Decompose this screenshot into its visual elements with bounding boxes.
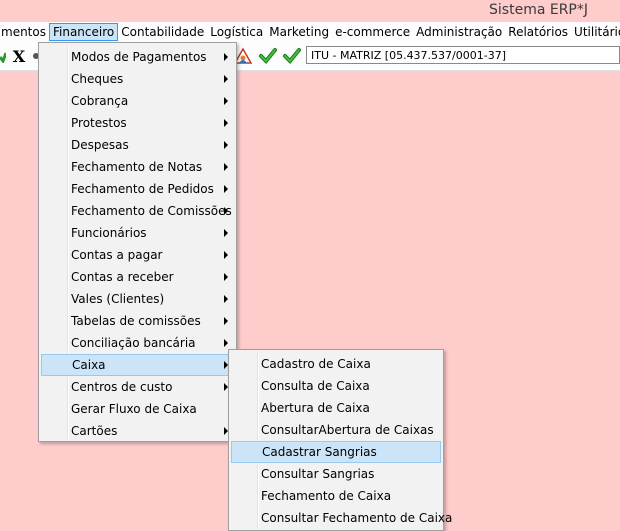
menu-item-contas-a-pagar[interactable]: Contas a pagar bbox=[41, 244, 234, 266]
check-icon[interactable] bbox=[0, 46, 6, 66]
menu-item-label: Protestos bbox=[71, 116, 127, 130]
submenu-item-consultar-sangrias[interactable]: Consultar Sangrias bbox=[231, 463, 441, 485]
menu-item-label: Gerar Fluxo de Caixa bbox=[71, 402, 197, 416]
submenu-item-consulta-de-caixa[interactable]: Consulta de Caixa bbox=[231, 375, 441, 397]
submenu-item-cadastro-de-caixa[interactable]: Cadastro de Caixa bbox=[231, 353, 441, 375]
menu-item-label: Cobrança bbox=[71, 94, 129, 108]
check-icon[interactable] bbox=[258, 46, 278, 66]
menu-marketing[interactable]: Marketing bbox=[266, 23, 332, 41]
menu-lancamentos[interactable]: mentos bbox=[0, 23, 49, 41]
menu-item-label: Cartões bbox=[71, 424, 118, 438]
menu-item-label: Vales (Clientes) bbox=[71, 292, 165, 306]
submenu-item-label: Cadastro de Caixa bbox=[261, 357, 371, 371]
submenu-arrow-icon bbox=[224, 163, 228, 171]
menu-item-label: Cheques bbox=[71, 72, 124, 86]
submenu-arrow-icon bbox=[224, 273, 228, 281]
submenu-item-cadastrar-sangrias[interactable]: Cadastrar Sangrias bbox=[231, 441, 441, 463]
menu-administracao[interactable]: Administração bbox=[413, 23, 505, 41]
submenu-item-label: Consultar Fechamento de Caixa bbox=[261, 511, 453, 525]
menu-item-label: Centros de custo bbox=[71, 380, 173, 394]
submenu-arrow-icon bbox=[224, 295, 228, 303]
submenu-arrow-icon bbox=[224, 141, 228, 149]
menu-item-fechamento-de-notas[interactable]: Fechamento de Notas bbox=[41, 156, 234, 178]
submenu-arrow-icon bbox=[224, 75, 228, 83]
menu-item-label: Fechamento de Comissões bbox=[71, 204, 232, 218]
menu-item-label: Modos de Pagamentos bbox=[71, 50, 207, 64]
menu-ecommerce[interactable]: e-commerce bbox=[332, 23, 413, 41]
submenu-item-fechamento-de-caixa[interactable]: Fechamento de Caixa bbox=[231, 485, 441, 507]
menu-item-modos-de-pagamentos[interactable]: Modos de Pagamentos bbox=[41, 46, 234, 68]
menu-item-funcionarios[interactable]: Funcionários bbox=[41, 222, 234, 244]
menu-item-label: Fechamento de Pedidos bbox=[71, 182, 214, 196]
submenu-arrow-icon bbox=[224, 207, 228, 215]
submenu-item-consultar-fechamento-de-caixa[interactable]: Consultar Fechamento de Caixa bbox=[231, 507, 452, 529]
check-all-icon[interactable] bbox=[282, 46, 302, 66]
menu-item-label: Caixa bbox=[72, 358, 106, 372]
title-bar: Sistema ERP*J bbox=[0, 0, 620, 22]
submenu-item-label: Consultar Sangrias bbox=[261, 467, 375, 481]
submenu-item-label: Consulta de Caixa bbox=[261, 379, 370, 393]
submenu-item-label: ConsultarAbertura de Caixas bbox=[261, 423, 434, 437]
menu-item-cheques[interactable]: Cheques bbox=[41, 68, 234, 90]
submenu-item-label: Fechamento de Caixa bbox=[261, 489, 392, 503]
menu-item-label: Contas a pagar bbox=[71, 248, 163, 262]
menu-item-vales-clientes[interactable]: Vales (Clientes) bbox=[41, 288, 234, 310]
company-selector[interactable]: ITU - MATRIZ [05.437.537/0001-37] bbox=[306, 46, 620, 64]
menu-item-contas-a-receber[interactable]: Contas a receber bbox=[41, 266, 234, 288]
caixa-submenu: Cadastro de Caixa Consulta de Caixa Abertu… bbox=[228, 349, 452, 531]
submenu-arrow-icon bbox=[224, 185, 228, 193]
menu-bar: mentos Financeiro Contabilidade Logístic… bbox=[0, 22, 620, 42]
submenu-arrow-icon bbox=[224, 97, 228, 105]
menu-logistica[interactable]: Logística bbox=[207, 23, 266, 41]
menu-item-gerar-fluxo-de-caixa[interactable]: Gerar Fluxo de Caixa bbox=[41, 398, 234, 420]
submenu-item-label: Abertura de Caixa bbox=[261, 401, 370, 415]
menu-utilitarios[interactable]: Utilitários bbox=[571, 23, 620, 41]
submenu-item-abertura-de-caixa[interactable]: Abertura de Caixa bbox=[231, 397, 441, 419]
menu-item-conciliacao-bancaria[interactable]: Conciliação bancária bbox=[41, 332, 234, 354]
menu-item-cartoes[interactable]: Cartões bbox=[41, 420, 234, 442]
menu-item-tabelas-de-comissoes[interactable]: Tabelas de comissões bbox=[41, 310, 234, 332]
submenu-item-label: Cadastrar Sangrias bbox=[262, 445, 377, 459]
menu-item-label: Despesas bbox=[71, 138, 129, 152]
menu-item-despesas[interactable]: Despesas bbox=[41, 134, 234, 156]
menu-item-cobranca[interactable]: Cobrança bbox=[41, 90, 234, 112]
financeiro-dropdown: Modos de Pagamentos Cheques Cobrança Protes… bbox=[38, 42, 237, 442]
menu-item-caixa[interactable]: Caixa bbox=[41, 354, 234, 376]
menu-item-fechamento-de-comissoes[interactable]: Fechamento de Comissões bbox=[41, 200, 234, 222]
submenu-arrow-icon bbox=[224, 119, 228, 127]
menu-item-label: Funcionários bbox=[71, 226, 147, 240]
menu-item-centros-de-custo[interactable]: Centros de custo bbox=[41, 376, 234, 398]
menu-contabilidade[interactable]: Contabilidade bbox=[118, 23, 207, 41]
menu-financeiro[interactable]: Financeiro bbox=[48, 23, 119, 41]
menu-item-fechamento-de-pedidos[interactable]: Fechamento de Pedidos bbox=[41, 178, 234, 200]
close-x-button[interactable]: X bbox=[10, 46, 28, 66]
window-title: Sistema ERP*J bbox=[489, 2, 588, 18]
menu-item-protestos[interactable]: Protestos bbox=[41, 112, 234, 134]
submenu-arrow-icon bbox=[224, 251, 228, 259]
menu-item-label: Contas a receber bbox=[71, 270, 174, 284]
submenu-arrow-icon bbox=[224, 317, 228, 325]
menu-item-label: Tabelas de comissões bbox=[71, 314, 201, 328]
submenu-item-consultarabertura-de-caixas[interactable]: ConsultarAbertura de Caixas bbox=[231, 419, 441, 441]
menu-item-label: Conciliação bancária bbox=[71, 336, 196, 350]
submenu-arrow-icon bbox=[224, 339, 228, 347]
menu-relatorios[interactable]: Relatórios bbox=[505, 23, 571, 41]
submenu-arrow-icon bbox=[224, 229, 228, 237]
submenu-arrow-icon bbox=[224, 53, 228, 61]
menu-item-label: Fechamento de Notas bbox=[71, 160, 203, 174]
